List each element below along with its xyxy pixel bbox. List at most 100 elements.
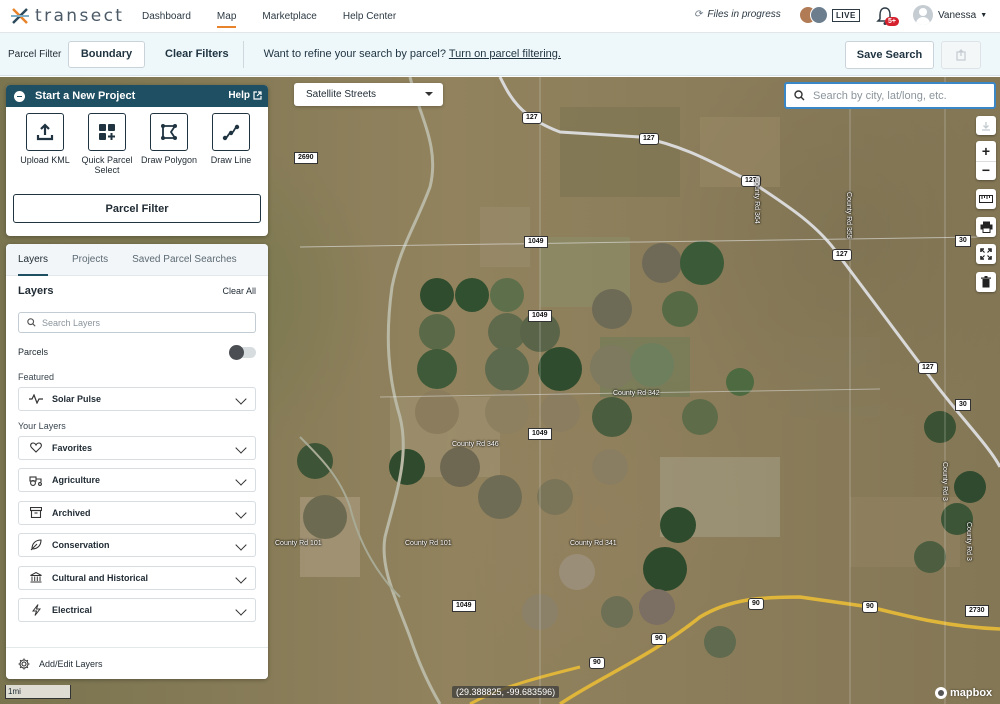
road-label: County Rd 3 — [941, 462, 948, 501]
boundary-button[interactable]: Boundary — [68, 40, 145, 68]
zoom-out-button[interactable]: − — [976, 160, 996, 180]
draw-line-button[interactable] — [212, 113, 250, 151]
export-button[interactable] — [941, 41, 981, 69]
map-search-input[interactable] — [813, 89, 983, 102]
nav-dashboard[interactable]: Dashboard — [142, 7, 191, 26]
tab-projects[interactable]: Projects — [60, 244, 120, 276]
layer-group-label: Electrical — [52, 605, 93, 615]
layer-group-electrical[interactable]: Electrical — [18, 598, 256, 622]
delete-button[interactable] — [976, 272, 996, 292]
quick-parcel-select-tool[interactable]: Quick Parcel Select — [76, 113, 138, 175]
filter-bar: Parcel Filter Boundary Clear Filters Wan… — [0, 33, 1000, 76]
live-badge: LIVE — [832, 8, 860, 22]
nav-marketplace[interactable]: Marketplace — [262, 7, 316, 26]
tab-layers[interactable]: Layers — [6, 244, 60, 276]
road-shield: 2690 — [294, 152, 318, 164]
parcel-filtering-link[interactable]: Turn on parcel filtering. — [449, 48, 561, 60]
clear-filters-button[interactable]: Clear Filters — [165, 48, 229, 60]
caret-down-icon: ▼ — [980, 11, 988, 19]
upload-icon — [36, 123, 54, 141]
road-label: County Rd 101 — [405, 540, 452, 547]
cursor-coordinates: (29.388825, -99.683596) — [452, 686, 560, 698]
files-in-progress[interactable]: ⟳ Files in progress — [694, 9, 781, 20]
layer-search-input[interactable] — [42, 317, 242, 328]
help-link[interactable]: Help — [228, 90, 262, 101]
bolt-icon — [29, 604, 43, 616]
save-search-button[interactable]: Save Search — [845, 41, 934, 69]
parcels-label: Parcels — [18, 347, 49, 357]
measure-button[interactable] — [976, 189, 996, 209]
nav-help-center[interactable]: Help Center — [343, 7, 396, 26]
layer-group-favorites[interactable]: Favorites — [18, 435, 256, 460]
top-nav: transect Dashboard Map Marketplace Help … — [0, 0, 1000, 33]
road-label: County Rd 101 — [275, 540, 322, 547]
download-icon — [982, 121, 990, 131]
map-style-select[interactable]: Satellite Streets — [294, 83, 443, 106]
layer-group-conservation[interactable]: Conservation — [18, 533, 256, 557]
layer-search-box[interactable] — [18, 312, 256, 333]
external-link-icon — [253, 91, 262, 100]
featured-label: Featured — [18, 372, 55, 382]
quick-parcel-select-button[interactable] — [88, 113, 126, 151]
new-project-title: Start a New Project — [35, 90, 136, 102]
mapbox-attribution[interactable]: mapbox — [935, 687, 992, 699]
transect-logo-icon — [11, 8, 29, 24]
collaborator-avatar — [810, 6, 828, 24]
draw-line-tool[interactable]: Draw Line — [200, 113, 262, 175]
brand-name: transect — [35, 6, 125, 26]
collapse-icon[interactable] — [14, 90, 25, 102]
highway-shield: 90 — [651, 633, 667, 645]
logo[interactable]: transect — [10, 6, 130, 26]
nav-map[interactable]: Map — [216, 7, 237, 28]
user-name: Vanessa — [938, 9, 977, 21]
layer-group-label: Conservation — [52, 540, 110, 550]
draw-polygon-button[interactable] — [150, 113, 188, 151]
chevron-down-icon — [235, 604, 247, 616]
parcels-toggle[interactable] — [229, 344, 256, 360]
layers-panel: Layers Projects Saved Parcel Searches La… — [6, 244, 268, 679]
parcel-filter-button[interactable]: Parcel Filter — [13, 194, 261, 223]
gear-icon — [18, 658, 30, 669]
print-button[interactable] — [976, 217, 996, 237]
sync-icon: ⟳ — [694, 9, 703, 20]
trash-icon — [981, 276, 991, 288]
clear-all-button[interactable]: Clear All — [222, 286, 256, 296]
upload-kml-tool[interactable]: Upload KML — [14, 113, 76, 175]
download-button[interactable] — [976, 116, 996, 135]
chevron-down-icon — [235, 506, 247, 519]
user-menu[interactable]: Vanessa ▼ — [913, 5, 987, 25]
line-icon — [222, 124, 240, 141]
tractor-icon — [29, 475, 43, 486]
chevron-down-icon — [235, 441, 247, 454]
upload-kml-button[interactable] — [26, 113, 64, 151]
chevron-down-icon — [235, 539, 247, 551]
layer-group-label: Solar Pulse — [52, 394, 102, 404]
zoom-in-button[interactable]: + — [982, 142, 990, 161]
tab-saved-parcel-searches[interactable]: Saved Parcel Searches — [120, 244, 249, 276]
tool-label: Draw Line — [210, 155, 252, 165]
road-label: County Rd 346 — [452, 441, 499, 448]
quick-parcel-icon — [99, 124, 115, 140]
layer-group-agriculture[interactable]: Agriculture — [18, 468, 256, 492]
chevron-down-icon — [235, 393, 247, 405]
scale-bar: 1mi — [5, 685, 71, 699]
refine-text: Want to refine your search by parcel? — [263, 48, 446, 60]
map-search-box[interactable] — [784, 82, 996, 109]
leaf-icon — [29, 539, 43, 551]
fullscreen-button[interactable] — [976, 244, 996, 264]
add-edit-layers-button[interactable]: Add/Edit Layers — [6, 647, 268, 679]
new-project-header[interactable]: Start a New Project Help — [6, 85, 268, 107]
live-collaborators[interactable]: LIVE — [799, 6, 860, 24]
layer-group-archived[interactable]: Archived — [18, 500, 256, 525]
road-shield: 2730 — [965, 605, 989, 617]
archive-icon — [29, 507, 43, 518]
tool-label: Quick Parcel Select — [81, 155, 133, 175]
layer-group-cultural-and-historical[interactable]: Cultural and Historical — [18, 565, 256, 590]
refine-message: Want to refine your search by parcel? Tu… — [264, 48, 561, 60]
search-icon — [27, 318, 36, 327]
road-shield: 1049 — [528, 310, 552, 322]
layer-group-solar-pulse[interactable]: Solar Pulse — [18, 387, 256, 411]
road-label: County Rd 3 — [965, 522, 972, 561]
polygon-icon — [161, 124, 177, 140]
draw-polygon-tool[interactable]: Draw Polygon — [138, 113, 200, 175]
